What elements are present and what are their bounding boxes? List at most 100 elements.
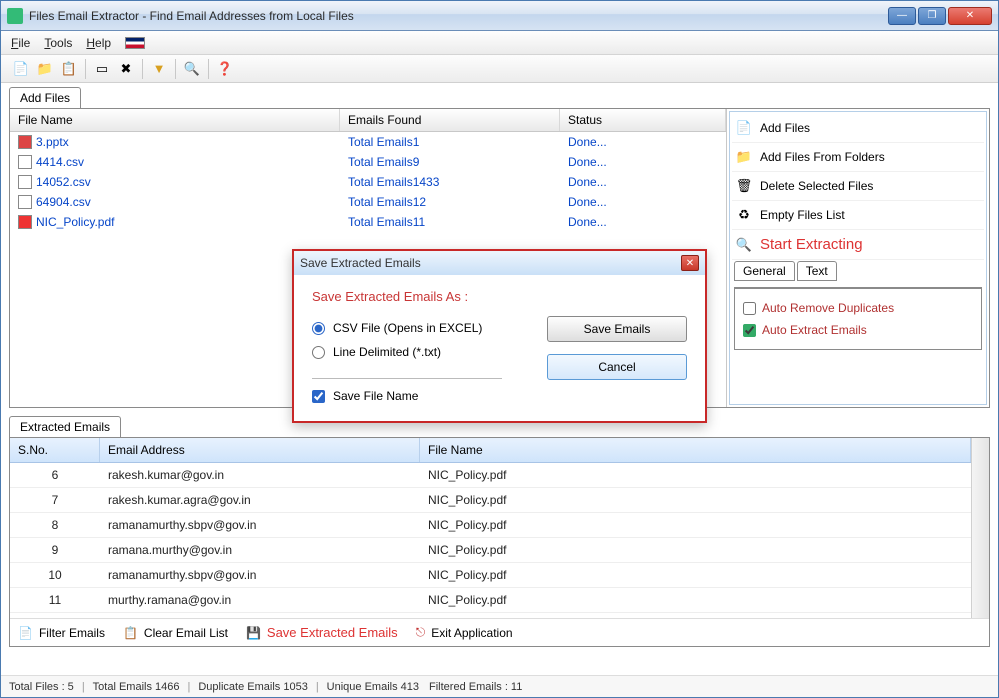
side-start-extracting[interactable]: 🔍Start Extracting [732, 230, 984, 260]
exit-icon: ⎋ [416, 625, 426, 640]
app-icon [7, 8, 23, 24]
file-status: Done... [560, 154, 726, 170]
side-add-files[interactable]: 📄Add Files [732, 114, 984, 143]
btn-filter-emails[interactable]: 📄Filter Emails [18, 626, 105, 640]
toolbar-filter-icon[interactable]: ▼ [147, 57, 171, 81]
files-col-status[interactable]: Status [560, 109, 726, 131]
opt-auto-remove-duplicates[interactable]: Auto Remove Duplicates [743, 297, 973, 319]
email-sno: 10 [10, 563, 100, 587]
emails-col-file[interactable]: File Name [420, 438, 971, 462]
toolbar-help-icon[interactable]: ❓ [213, 57, 237, 81]
file-row[interactable]: 14052.csvTotal Emails1433Done... [10, 172, 726, 192]
save-icon: 💾 [246, 626, 261, 640]
email-row[interactable]: 6rakesh.kumar@gov.inNIC_Policy.pdf [10, 463, 971, 488]
window-controls: — ❐ ✕ [888, 7, 992, 25]
checkbox-save-filename-option[interactable]: Save File Name [312, 389, 527, 403]
toolbar-new-icon[interactable]: ▭ [90, 57, 114, 81]
minimize-button[interactable]: — [888, 7, 916, 25]
email-file: NIC_Policy.pdf [420, 488, 971, 512]
toolbar-add-folder-icon[interactable]: 📁 [33, 57, 57, 81]
file-type-icon [18, 155, 32, 169]
email-address: murthy.ramana@gov.in [100, 588, 420, 612]
tab-extracted-emails[interactable]: Extracted Emails [9, 416, 121, 437]
dialog-save-button[interactable]: Save Emails [547, 316, 687, 342]
file-status: Done... [560, 194, 726, 210]
radio-csv-option[interactable]: CSV File (Opens in EXCEL) [312, 316, 527, 340]
file-status: Done... [560, 214, 726, 230]
tab-text[interactable]: Text [797, 261, 837, 281]
checkbox-auto-remove-dupes[interactable] [743, 302, 756, 315]
dialog-separator [312, 378, 502, 379]
files-header-row: File Name Emails Found Status [10, 109, 726, 132]
side-delete-selected[interactable]: 🗑Delete Selected Files [732, 172, 984, 201]
opt-auto-extract-emails[interactable]: Auto Extract Emails [743, 319, 973, 341]
toolbar: 📄 📁 📋 ▭ ✖ ▼ 🔍 ❓ [1, 55, 998, 83]
tab-add-files[interactable]: Add Files [9, 87, 81, 108]
email-row[interactable]: 10ramanamurthy.sbpv@gov.inNIC_Policy.pdf [10, 563, 971, 588]
status-duplicate-emails: Duplicate Emails 1053 [198, 681, 307, 693]
email-row[interactable]: 8ramanamurthy.sbpv@gov.inNIC_Policy.pdf [10, 513, 971, 538]
btn-save-extracted-emails[interactable]: 💾Save Extracted Emails [246, 625, 398, 640]
title-bar: Files Email Extractor - Find Email Addre… [1, 1, 998, 31]
side-add-from-folders[interactable]: 📁Add Files From Folders [732, 143, 984, 172]
file-row[interactable]: 4414.csvTotal Emails9Done... [10, 152, 726, 172]
checkbox-auto-extract[interactable] [743, 324, 756, 337]
file-emails-found: Total Emails1 [340, 134, 560, 150]
status-total-emails: Total Emails 1466 [93, 681, 180, 693]
btn-exit-application[interactable]: ⎋Exit Application [416, 625, 513, 640]
email-row[interactable]: 9ramana.murthy@gov.inNIC_Policy.pdf [10, 538, 971, 563]
email-address: ramanamurthy.sbpv@gov.in [100, 563, 420, 587]
dialog-title: Save Extracted Emails [300, 256, 421, 270]
dialog-title-bar: Save Extracted Emails ✕ [294, 251, 705, 275]
file-row[interactable]: NIC_Policy.pdfTotal Emails11Done... [10, 212, 726, 232]
file-row[interactable]: 64904.csvTotal Emails12Done... [10, 192, 726, 212]
file-row[interactable]: 3.pptxTotal Emails1Done... [10, 132, 726, 152]
filter-icon: 📄 [18, 626, 33, 640]
toolbar-separator [85, 59, 86, 79]
status-unique-emails: Unique Emails 413 [327, 681, 419, 693]
clear-icon: 📋 [123, 626, 138, 640]
file-name: 3.pptx [36, 135, 69, 149]
dialog-cancel-button[interactable]: Cancel [547, 354, 687, 380]
tab-general[interactable]: General [734, 261, 795, 281]
toolbar-separator [208, 59, 209, 79]
file-type-icon [18, 215, 32, 229]
checkbox-save-filename[interactable] [312, 390, 325, 403]
emails-col-address[interactable]: Email Address [100, 438, 420, 462]
file-name: NIC_Policy.pdf [36, 215, 114, 229]
toolbar-search-icon[interactable]: 🔍 [180, 57, 204, 81]
toolbar-delete-icon[interactable]: ✖ [114, 57, 138, 81]
files-col-name[interactable]: File Name [10, 109, 340, 131]
emails-header-row: S.No. Email Address File Name [10, 438, 971, 463]
close-button[interactable]: ✕ [948, 7, 992, 25]
file-status: Done... [560, 174, 726, 190]
toolbar-add-file-icon[interactable]: 📄 [9, 57, 33, 81]
radio-txt[interactable] [312, 346, 325, 359]
email-file: NIC_Policy.pdf [420, 588, 971, 612]
maximize-button[interactable]: ❐ [918, 7, 946, 25]
dialog-close-button[interactable]: ✕ [681, 255, 699, 271]
menu-tools[interactable]: Tools [44, 36, 72, 50]
email-row[interactable]: 7rakesh.kumar.agra@gov.inNIC_Policy.pdf [10, 488, 971, 513]
menu-help[interactable]: Help [86, 36, 111, 50]
radio-txt-option[interactable]: Line Delimited (*.txt) [312, 340, 527, 364]
emails-scrollbar[interactable] [971, 438, 989, 618]
emails-col-sno[interactable]: S.No. [10, 438, 100, 462]
btn-clear-email-list[interactable]: 📋Clear Email List [123, 626, 228, 640]
files-col-emails[interactable]: Emails Found [340, 109, 560, 131]
options-box: Auto Remove Duplicates Auto Extract Emai… [734, 287, 982, 350]
side-empty-list[interactable]: ♻Empty Files List [732, 201, 984, 230]
save-dialog: Save Extracted Emails ✕ Save Extracted E… [292, 249, 707, 423]
menu-file[interactable]: File [11, 36, 30, 50]
email-address: rakesh.kumar.agra@gov.in [100, 488, 420, 512]
radio-csv[interactable] [312, 322, 325, 335]
file-type-icon [18, 175, 32, 189]
options-box-wrapper: General Text Auto Remove Duplicates Auto… [732, 260, 984, 352]
email-address: ramana.murthy@gov.in [100, 538, 420, 562]
email-row[interactable]: 11murthy.ramana@gov.inNIC_Policy.pdf [10, 588, 971, 613]
add-icon: 📄 [736, 120, 752, 136]
email-file: NIC_Policy.pdf [420, 513, 971, 537]
toolbar-copy-icon[interactable]: 📋 [57, 57, 81, 81]
language-flag-icon[interactable] [125, 37, 145, 49]
emails-panel: S.No. Email Address File Name 6rakesh.ku… [9, 437, 990, 647]
